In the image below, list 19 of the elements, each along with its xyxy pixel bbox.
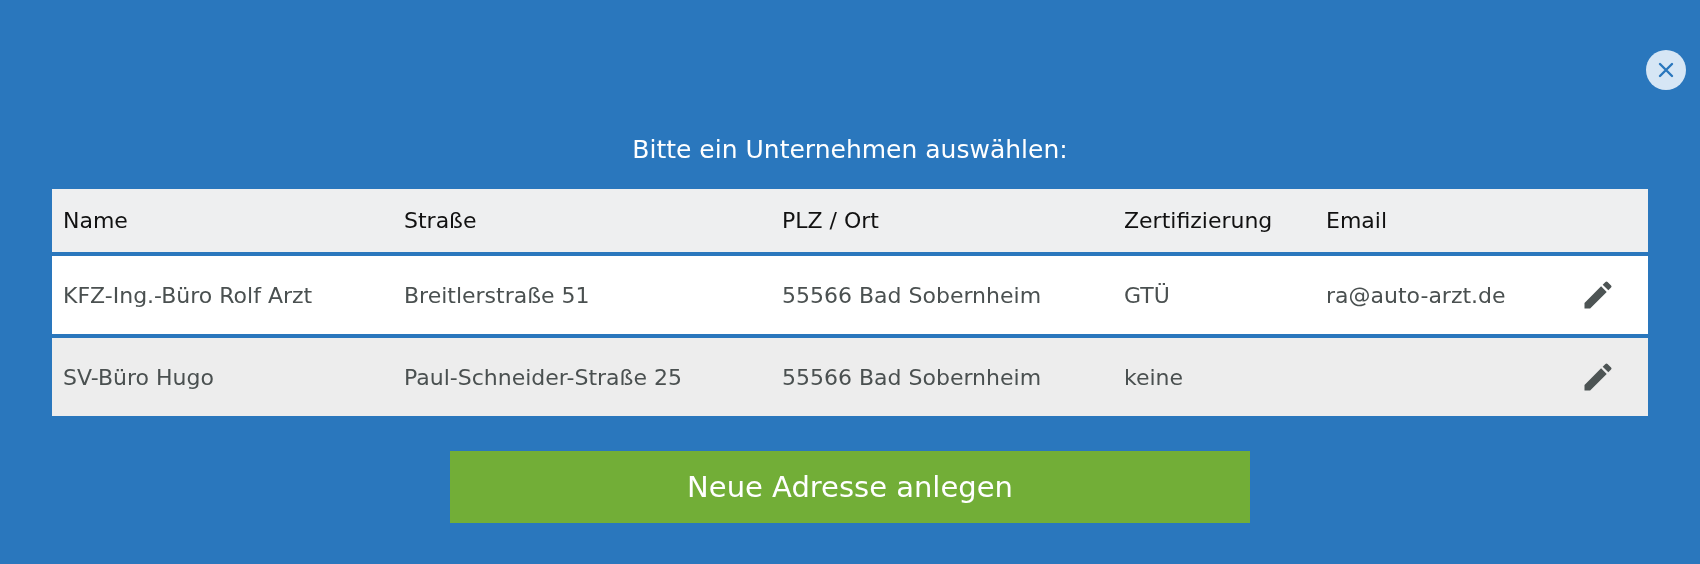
- column-header: Zertifizierung: [1124, 208, 1273, 233]
- close-icon: [1656, 60, 1676, 80]
- column-header: PLZ / Ort: [782, 208, 879, 233]
- table-cell: Paul-Schneider-Straße 25: [404, 364, 682, 390]
- table-row[interactable]: SV-Büro Hugo Paul-Schneider-Straße 25 55566 Bad Sobernheim keine: [52, 338, 1648, 416]
- table-cell: KFZ-Ing.-Büro Rolf Arzt: [63, 282, 313, 308]
- close-button[interactable]: [1646, 50, 1686, 90]
- table-cell: 55566 Bad Sobernheim: [782, 364, 1042, 390]
- table-cell: GTÜ: [1124, 282, 1170, 308]
- column-header: Name: [63, 208, 128, 233]
- table-cell: ra@auto-arzt.de: [1326, 282, 1506, 308]
- column-header: Straße: [404, 208, 477, 233]
- table-cell: SV-Büro Hugo: [63, 364, 214, 390]
- table-cell: 55566 Bad Sobernheim: [782, 282, 1042, 308]
- table-cell: keine: [1124, 364, 1184, 390]
- table-row[interactable]: KFZ-Ing.-Büro Rolf Arzt Breitlerstraße 51 55566 Bad Sobernheim GTÜ ra@auto-arzt.de: [52, 256, 1648, 334]
- table-cell: Breitlerstraße 51: [404, 282, 590, 308]
- column-header: Email: [1326, 208, 1388, 233]
- dialog-title: Bitte ein Unternehmen auswählen:: [632, 134, 1068, 166]
